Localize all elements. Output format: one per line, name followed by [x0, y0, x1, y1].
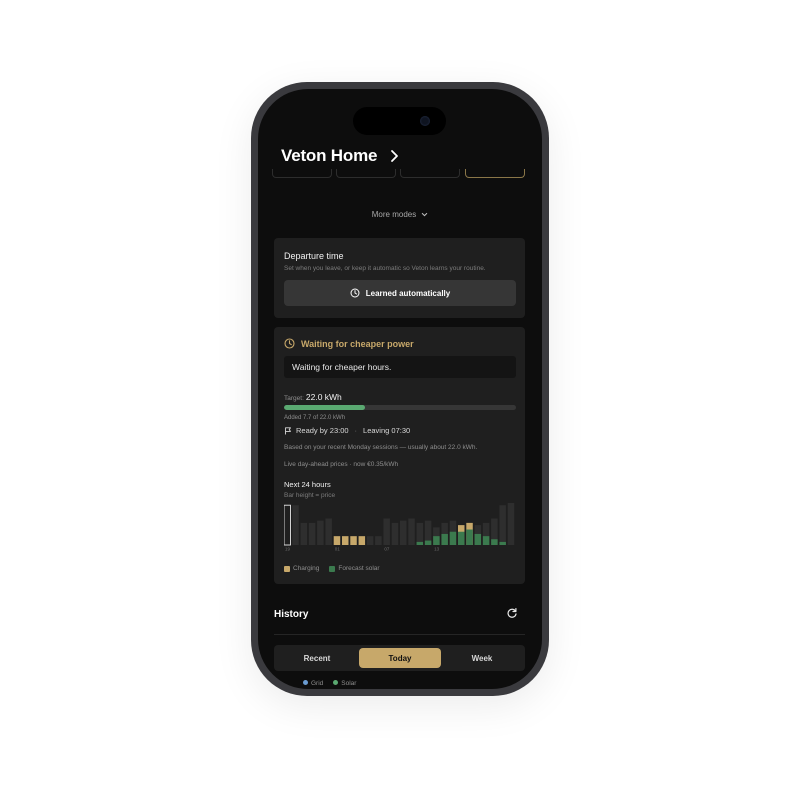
legend-solar: Forecast solar	[329, 565, 380, 572]
solar-bar	[424, 540, 432, 545]
legend-charging: Charging	[284, 565, 319, 572]
history-legend: Grid Solar	[303, 680, 356, 687]
price-bar	[400, 520, 407, 545]
mode-pill[interactable]	[336, 169, 396, 178]
solar-bar	[466, 529, 473, 545]
price-bar	[325, 518, 332, 545]
clock-icon	[350, 288, 360, 298]
more-modes-button[interactable]: More modes	[258, 210, 542, 219]
tab-recent[interactable]: Recent	[276, 648, 358, 668]
target-value: 22.0 kWh	[305, 392, 342, 402]
tab-today[interactable]: Today	[359, 648, 441, 668]
tick-label: 13	[434, 547, 440, 552]
price-bar	[308, 522, 316, 545]
price-bar	[317, 520, 324, 545]
price-bar	[507, 503, 515, 545]
basis-text: Based on your recent Monday sessions — u…	[284, 444, 478, 451]
charging-status-card: Waiting for cheaper power Waiting for ch…	[274, 327, 525, 584]
separator: ·	[354, 426, 358, 435]
price-bar-charging	[350, 536, 357, 545]
solar-dot	[333, 680, 339, 685]
solar-bar	[482, 536, 490, 545]
departure-subtitle: Set when you leave, or keep it automatic…	[284, 265, 486, 272]
ready-row: Ready by 23:00 · Leaving 07:30	[284, 426, 410, 435]
legend-swatch-solar	[329, 565, 336, 572]
solar-bar	[441, 533, 448, 545]
price-bar-charging	[342, 536, 349, 545]
more-modes-label: More modes	[371, 210, 417, 219]
learned-automatically-button[interactable]: Learned automatically	[284, 280, 516, 306]
charge-progress-fill	[284, 405, 366, 410]
status-header: Waiting for cheaper power	[284, 338, 414, 349]
flag-icon	[285, 426, 291, 434]
divider	[274, 634, 525, 635]
status-message: Waiting for cheaper hours.	[284, 356, 516, 378]
solar-bar	[458, 531, 465, 545]
price-bar	[383, 518, 390, 545]
solar-bar	[499, 541, 506, 545]
home-selector[interactable]: Veton Home	[281, 146, 401, 166]
price-bar	[391, 522, 399, 545]
history-legend-solar: Solar	[333, 680, 356, 687]
history-legend-grid: Grid	[303, 680, 323, 687]
solar-bar	[474, 533, 482, 545]
price-bar-current	[284, 504, 291, 546]
legend-swatch-charging	[284, 565, 290, 572]
ready-by-text: Ready by 23:00	[296, 426, 349, 435]
chart-subtitle: Bar height = price	[284, 492, 336, 499]
solar-bar	[433, 536, 440, 545]
departure-title: Departure time	[284, 251, 344, 261]
price-bar	[292, 505, 299, 545]
page-title: Veton Home	[281, 146, 378, 165]
learned-automatically-label: Learned automatically	[365, 288, 451, 298]
tab-week[interactable]: Week	[441, 648, 523, 668]
clock-icon	[284, 338, 295, 349]
mode-pill[interactable]	[272, 169, 332, 178]
solar-bar	[449, 531, 457, 545]
mode-pill-selected[interactable]	[465, 169, 525, 178]
chevron-right-icon	[391, 150, 399, 162]
leaving-text: Leaving 07:30	[363, 426, 411, 435]
chart-title: Next 24 hours	[284, 480, 331, 489]
tick-label: 01	[335, 547, 341, 552]
dynamic-island	[353, 107, 446, 135]
price-bar	[499, 505, 506, 545]
tick-label: 19	[285, 547, 291, 552]
prices-text: Live day-ahead prices · now €0.35/kWh	[284, 461, 399, 468]
price-bar	[408, 518, 415, 545]
history-range-tabs: Recent Today Week	[274, 645, 525, 671]
solar-bar	[416, 541, 424, 545]
history-legend-grid-label: Grid	[311, 680, 324, 687]
history-title: History	[274, 609, 309, 620]
history-legend-solar-label: Solar	[341, 680, 357, 687]
charge-progress-bar	[284, 405, 516, 410]
chevron-down-icon	[422, 212, 428, 217]
legend-solar-label: Forecast solar	[338, 565, 380, 572]
chart-legend: Charging Forecast solar	[284, 565, 380, 572]
price-bar-charging	[333, 536, 341, 545]
added-text: Added 7.7 of 22.0 kWh	[284, 415, 346, 421]
target-row: Target: 22.0 kWh	[284, 392, 342, 402]
refresh-icon[interactable]	[506, 607, 518, 619]
mode-pills	[272, 169, 526, 179]
solar-bar	[491, 539, 498, 545]
price-bar	[375, 536, 382, 545]
legend-charging-label: Charging	[293, 565, 320, 572]
phone-screen: Veton Home More modes Departure time Set…	[258, 89, 542, 689]
tick-label: 07	[384, 547, 390, 552]
departure-card: Departure time Set when you leave, or ke…	[274, 238, 525, 318]
target-label: Target:	[284, 395, 304, 402]
mode-pill[interactable]	[400, 169, 460, 178]
price-bar	[300, 522, 308, 545]
price-bar-charging	[358, 536, 366, 545]
grid-dot	[303, 680, 308, 685]
status-title: Waiting for cheaper power	[301, 338, 414, 349]
camera-icon	[420, 116, 430, 126]
price-bar	[366, 536, 374, 545]
price-bar-chart: 19 01 07 13	[284, 503, 515, 552]
price-bar	[416, 522, 424, 545]
